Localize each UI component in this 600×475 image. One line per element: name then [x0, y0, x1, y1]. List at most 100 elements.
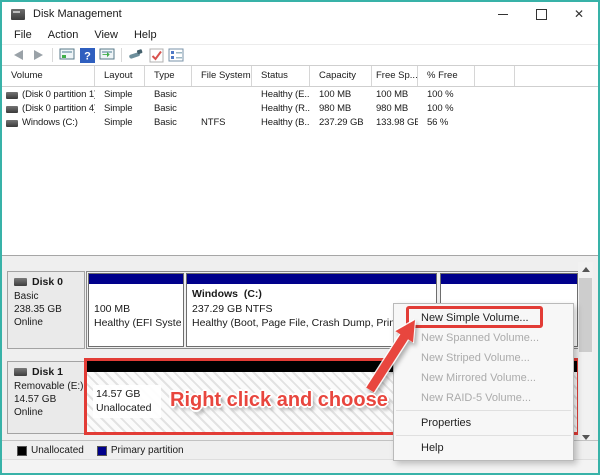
cell-free-space: 100 MB [372, 88, 418, 102]
col-pct-free[interactable]: % Free [418, 66, 475, 86]
legend-unallocated-label: Unallocated [31, 445, 84, 456]
col-file-system[interactable]: File System [192, 66, 252, 86]
cell-type: Basic [145, 116, 192, 130]
properties-list-icon [168, 48, 184, 62]
menu-view[interactable]: View [86, 29, 126, 41]
cell-layout: Simple [95, 88, 145, 102]
check-disk-button[interactable] [146, 46, 166, 64]
partition-size: 100 MB [94, 303, 181, 315]
disk-tool-icon [128, 48, 144, 62]
menu-separator [396, 410, 571, 411]
col-empty [475, 66, 515, 86]
menu-file[interactable]: File [6, 29, 40, 41]
menu-item-new-mirrored-volume: New Mirrored Volume... [394, 368, 573, 388]
cell-volume: Windows (C:) [22, 116, 78, 130]
cell-layout: Simple [95, 102, 145, 116]
status-strip [2, 459, 598, 474]
partition-color-bar [187, 274, 436, 284]
cell-file-system: NTFS [192, 116, 252, 130]
disk1-status: Online [14, 406, 84, 419]
cell-capacity: 100 MB [310, 88, 372, 102]
scroll-down-icon [582, 435, 590, 440]
scrollbar-thumb[interactable] [579, 278, 592, 352]
col-free-space[interactable]: Free Sp... [372, 66, 418, 86]
menu-separator [396, 435, 571, 436]
help-button[interactable]: ? [77, 46, 97, 64]
unallocated-label: 14.57 GB Unallocated [93, 385, 161, 418]
disk1-label-panel[interactable]: Disk 1 Removable (E:) 14.57 GB Online [7, 361, 85, 434]
col-filler [515, 66, 598, 86]
col-layout[interactable]: Layout [95, 66, 145, 86]
partition-status: Unallocated [96, 401, 151, 415]
partition-name: Windows (C:) [192, 288, 434, 300]
disk1-name: Disk 1 [32, 366, 63, 378]
minimize-icon [498, 14, 508, 15]
table-row[interactable]: Windows (C:) Simple Basic NTFS Healthy (… [2, 116, 598, 130]
cell-pct-free: 100 % [418, 88, 475, 102]
menu-item-properties[interactable]: Properties [394, 413, 573, 433]
cell-free-space: 980 MB [372, 102, 418, 116]
cell-pct-free: 56 % [418, 116, 475, 130]
scroll-up-button[interactable] [578, 262, 593, 276]
menu-help[interactable]: Help [126, 29, 165, 41]
table-row[interactable]: (Disk 0 partition 1) Simple Basic Health… [2, 88, 598, 102]
cell-status: Healthy (B... [252, 116, 310, 130]
menu-action[interactable]: Action [40, 29, 87, 41]
help-icon: ? [80, 48, 95, 63]
col-type[interactable]: Type [145, 66, 192, 86]
partition-status: Healthy (EFI System [94, 317, 181, 329]
disk0-size: 238.35 GB [14, 303, 84, 316]
cell-file-system [192, 88, 252, 102]
partition-color-bar [89, 274, 183, 284]
cell-layout: Simple [95, 116, 145, 130]
scroll-up-icon [582, 267, 590, 272]
app-icon [11, 9, 25, 20]
menu-bar: File Action View Help [2, 26, 598, 45]
cell-volume: (Disk 0 partition 1) [22, 88, 95, 102]
window-title: Disk Management [33, 8, 122, 20]
check-disk-icon [149, 48, 164, 63]
vertical-scrollbar[interactable] [578, 262, 593, 444]
svg-text:?: ? [84, 50, 91, 62]
annotation-text: Right click and choose [170, 389, 388, 412]
table-row[interactable]: (Disk 0 partition 4) Simple Basic Health… [2, 102, 598, 116]
console-tree-icon [99, 48, 115, 62]
cell-volume: (Disk 0 partition 4) [22, 102, 95, 116]
menu-item-help[interactable]: Help [394, 438, 573, 458]
cell-free-space: 133.98 GB [372, 116, 418, 130]
forward-button[interactable] [28, 46, 48, 64]
volume-icon [6, 106, 18, 113]
close-button[interactable]: ✕ [560, 2, 598, 26]
volume-icon [6, 120, 18, 127]
console-window-button[interactable] [57, 46, 77, 64]
volume-list: Volume Layout Type File System Status Ca… [2, 65, 598, 256]
close-icon: ✕ [574, 8, 584, 20]
minimize-button[interactable] [484, 2, 522, 26]
cell-status: Healthy (R... [252, 102, 310, 116]
maximize-button[interactable] [522, 2, 560, 26]
toolbar-separator [121, 48, 122, 62]
disk0-status: Online [14, 316, 84, 329]
disk1-size: 14.57 GB [14, 393, 84, 406]
disk1-type: Removable (E:) [14, 380, 84, 393]
col-capacity[interactable]: Capacity [310, 66, 372, 86]
cell-type: Basic [145, 102, 192, 116]
col-volume[interactable]: Volume [2, 66, 95, 86]
partition-size: 14.57 GB [96, 387, 151, 401]
console-window-icon [59, 48, 75, 62]
disk0-label-panel[interactable]: Disk 0 Basic 238.35 GB Online [7, 271, 85, 349]
highlight-box [406, 306, 543, 328]
cell-type: Basic [145, 88, 192, 102]
menu-item-new-raid5-volume: New RAID-5 Volume... [394, 388, 573, 408]
back-button[interactable] [8, 46, 28, 64]
disk0-partition-1[interactable]: 100 MB Healthy (EFI System [88, 273, 184, 347]
cell-status: Healthy (E... [252, 88, 310, 102]
properties-list-button[interactable] [166, 46, 186, 64]
col-status[interactable]: Status [252, 66, 310, 86]
disk0-type: Basic [14, 290, 84, 303]
toolbar: ? [2, 45, 598, 65]
console-tree-button[interactable] [97, 46, 117, 64]
disk-tool-button[interactable] [126, 46, 146, 64]
cell-file-system [192, 102, 252, 116]
title-bar: Disk Management ✕ [2, 2, 598, 26]
